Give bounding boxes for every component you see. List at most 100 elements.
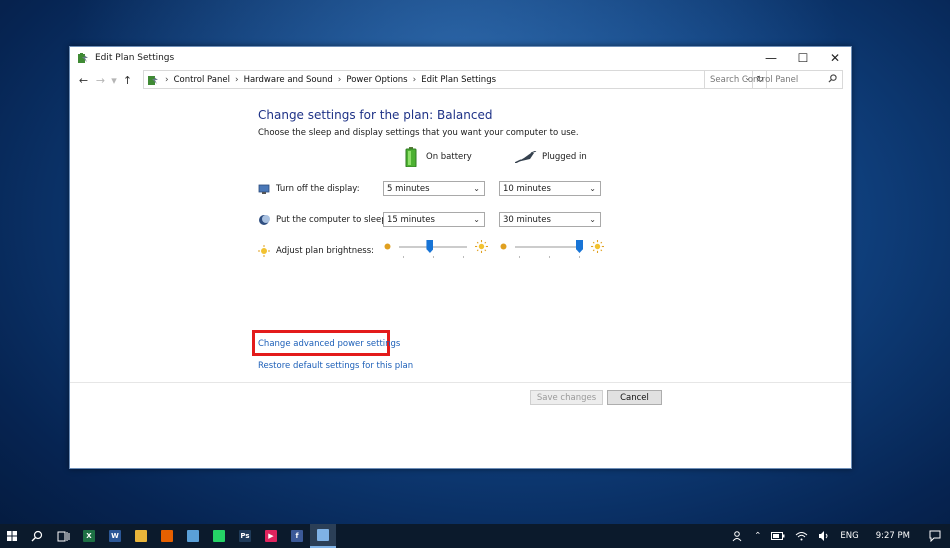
volume-icon[interactable] [818,531,830,541]
sleep-plugged-select[interactable]: 30 minutes ⌄ [499,212,601,227]
breadcrumb-control-panel[interactable]: Control Panel [174,75,230,85]
minimize-button[interactable]: — [755,47,787,68]
slider-tick [519,256,520,258]
sun-icon [258,245,270,257]
page-description: Choose the sleep and display settings th… [258,128,579,138]
battery-icon [405,147,417,167]
taskbar-app-media-player[interactable]: ▶ [258,524,284,548]
search-placeholder: Search Control Panel [710,74,799,85]
task-view-button[interactable] [50,524,76,548]
moon-icon [259,215,270,225]
photoshop-icon: Ps [239,530,251,542]
slider-thumb[interactable] [426,240,434,253]
media-player-icon: ▶ [265,530,277,542]
breadcrumb-hardware-and-sound[interactable]: Hardware and Sound [244,75,333,85]
title-bar: Edit Plan Settings — ☐ ✕ [70,47,851,68]
restore-defaults-link[interactable]: Restore default settings for this plan [258,361,413,371]
back-arrow-icon[interactable]: ← [75,74,92,87]
save-changes-button[interactable]: Save changes [530,390,603,405]
taskbar-app-whatsapp[interactable] [206,524,232,548]
cancel-button[interactable]: Cancel [607,390,662,405]
dim-sun-icon [500,243,507,250]
close-button[interactable]: ✕ [819,47,851,68]
sleep-label: Put the computer to sleep: [276,215,390,225]
word-icon: W [109,530,121,542]
taskbar-app-file-explorer[interactable] [128,524,154,548]
brightness-label: Adjust plan brightness: [276,246,375,256]
edit-plan-settings-window: Edit Plan Settings — ☐ ✕ ← → ▾ ↑ › Contr… [69,46,852,469]
recent-locations-icon[interactable]: ▾ [109,74,119,87]
control-panel-icon [317,529,329,541]
taskbar-app-firefox[interactable] [154,524,180,548]
sleep-battery-select[interactable]: 15 minutes ⌄ [383,212,485,227]
action-center-icon[interactable] [929,530,941,542]
search-input[interactable]: Search Control Panel [704,70,843,89]
system-tray: ⌃ ENG 9:27 PM [727,524,950,548]
taskbar-app-facebook[interactable]: f [284,524,310,548]
display-battery-value: 5 minutes [387,183,430,194]
brightness-plugged-slider[interactable] [499,240,605,258]
maximize-button[interactable]: ☐ [787,47,819,68]
language-indicator[interactable]: ENG [840,531,858,541]
bright-sun-icon [475,240,488,253]
brightness-battery-slider[interactable] [383,240,489,258]
divider [70,382,851,383]
sleep-plugged-value: 30 minutes [503,214,551,225]
up-arrow-icon[interactable]: ↑ [119,74,136,87]
navigation-bar: ← → ▾ ↑ › Control Panel › Hardware and S… [70,68,851,92]
slider-tick [463,256,464,258]
on-battery-header: On battery [405,147,472,167]
chevron-down-icon: ⌄ [473,215,480,224]
breadcrumb-edit-plan-settings[interactable]: Edit Plan Settings [421,75,496,85]
slider-tick [403,256,404,258]
sleep-battery-value: 15 minutes [387,214,435,225]
plugged-in-header: Plugged in [515,151,587,163]
page-title: Change settings for the plan: Balanced [258,108,493,122]
taskbar-app-app[interactable] [180,524,206,548]
breadcrumb-power-options[interactable]: Power Options [346,75,407,85]
taskbar-app-excel[interactable]: X [76,524,102,548]
whatsapp-icon [213,530,225,542]
turn-off-display-row: Turn off the display: [258,183,360,195]
address-bar[interactable]: › Control Panel › Hardware and Sound › P… [143,70,767,89]
chevron-up-icon[interactable]: ⌃ [754,531,761,541]
clock[interactable]: 9:27 PM [876,531,910,541]
display-battery-select[interactable]: 5 minutes ⌄ [383,181,485,196]
forward-arrow-icon[interactable]: → [92,74,109,87]
taskbar-app-photoshop[interactable]: Ps [232,524,258,548]
app-icon [187,530,199,542]
breadcrumb-separator: › [337,74,342,85]
display-plugged-value: 10 minutes [503,183,551,194]
control-panel-icon [148,75,158,85]
change-advanced-power-settings-link[interactable]: Change advanced power settings [258,339,400,349]
turn-off-display-label: Turn off the display: [276,184,360,194]
brightness-row: Adjust plan brightness: [258,245,374,257]
slider-tick [433,256,434,258]
people-icon[interactable] [732,530,744,542]
chevron-down-icon: ⌄ [589,184,596,193]
slider-thumb[interactable] [576,240,583,253]
wifi-icon[interactable] [795,531,808,541]
breadcrumb-separator: › [412,74,417,85]
window-title: Edit Plan Settings [95,52,175,63]
task-view-icon [57,531,69,541]
search-icon [31,530,43,542]
start-button[interactable] [0,524,24,548]
plugged-in-label: Plugged in [542,152,587,162]
search-button[interactable] [24,524,50,548]
battery-status-icon[interactable] [771,532,785,540]
bright-sun-icon [591,240,604,253]
chevron-down-icon: ⌄ [473,184,480,193]
slider-tick [579,256,580,258]
excel-icon: X [83,530,95,542]
taskbar-app-control-panel[interactable] [310,524,336,548]
slider-tick [549,256,550,258]
display-plugged-select[interactable]: 10 minutes ⌄ [499,181,601,196]
chevron-down-icon: ⌄ [589,215,596,224]
taskbar-app-word[interactable]: W [102,524,128,548]
search-icon[interactable] [828,74,837,83]
power-plug-icon [515,151,537,163]
on-battery-label: On battery [426,152,472,162]
sleep-row: Put the computer to sleep: [258,214,390,226]
dim-sun-icon [384,243,391,250]
